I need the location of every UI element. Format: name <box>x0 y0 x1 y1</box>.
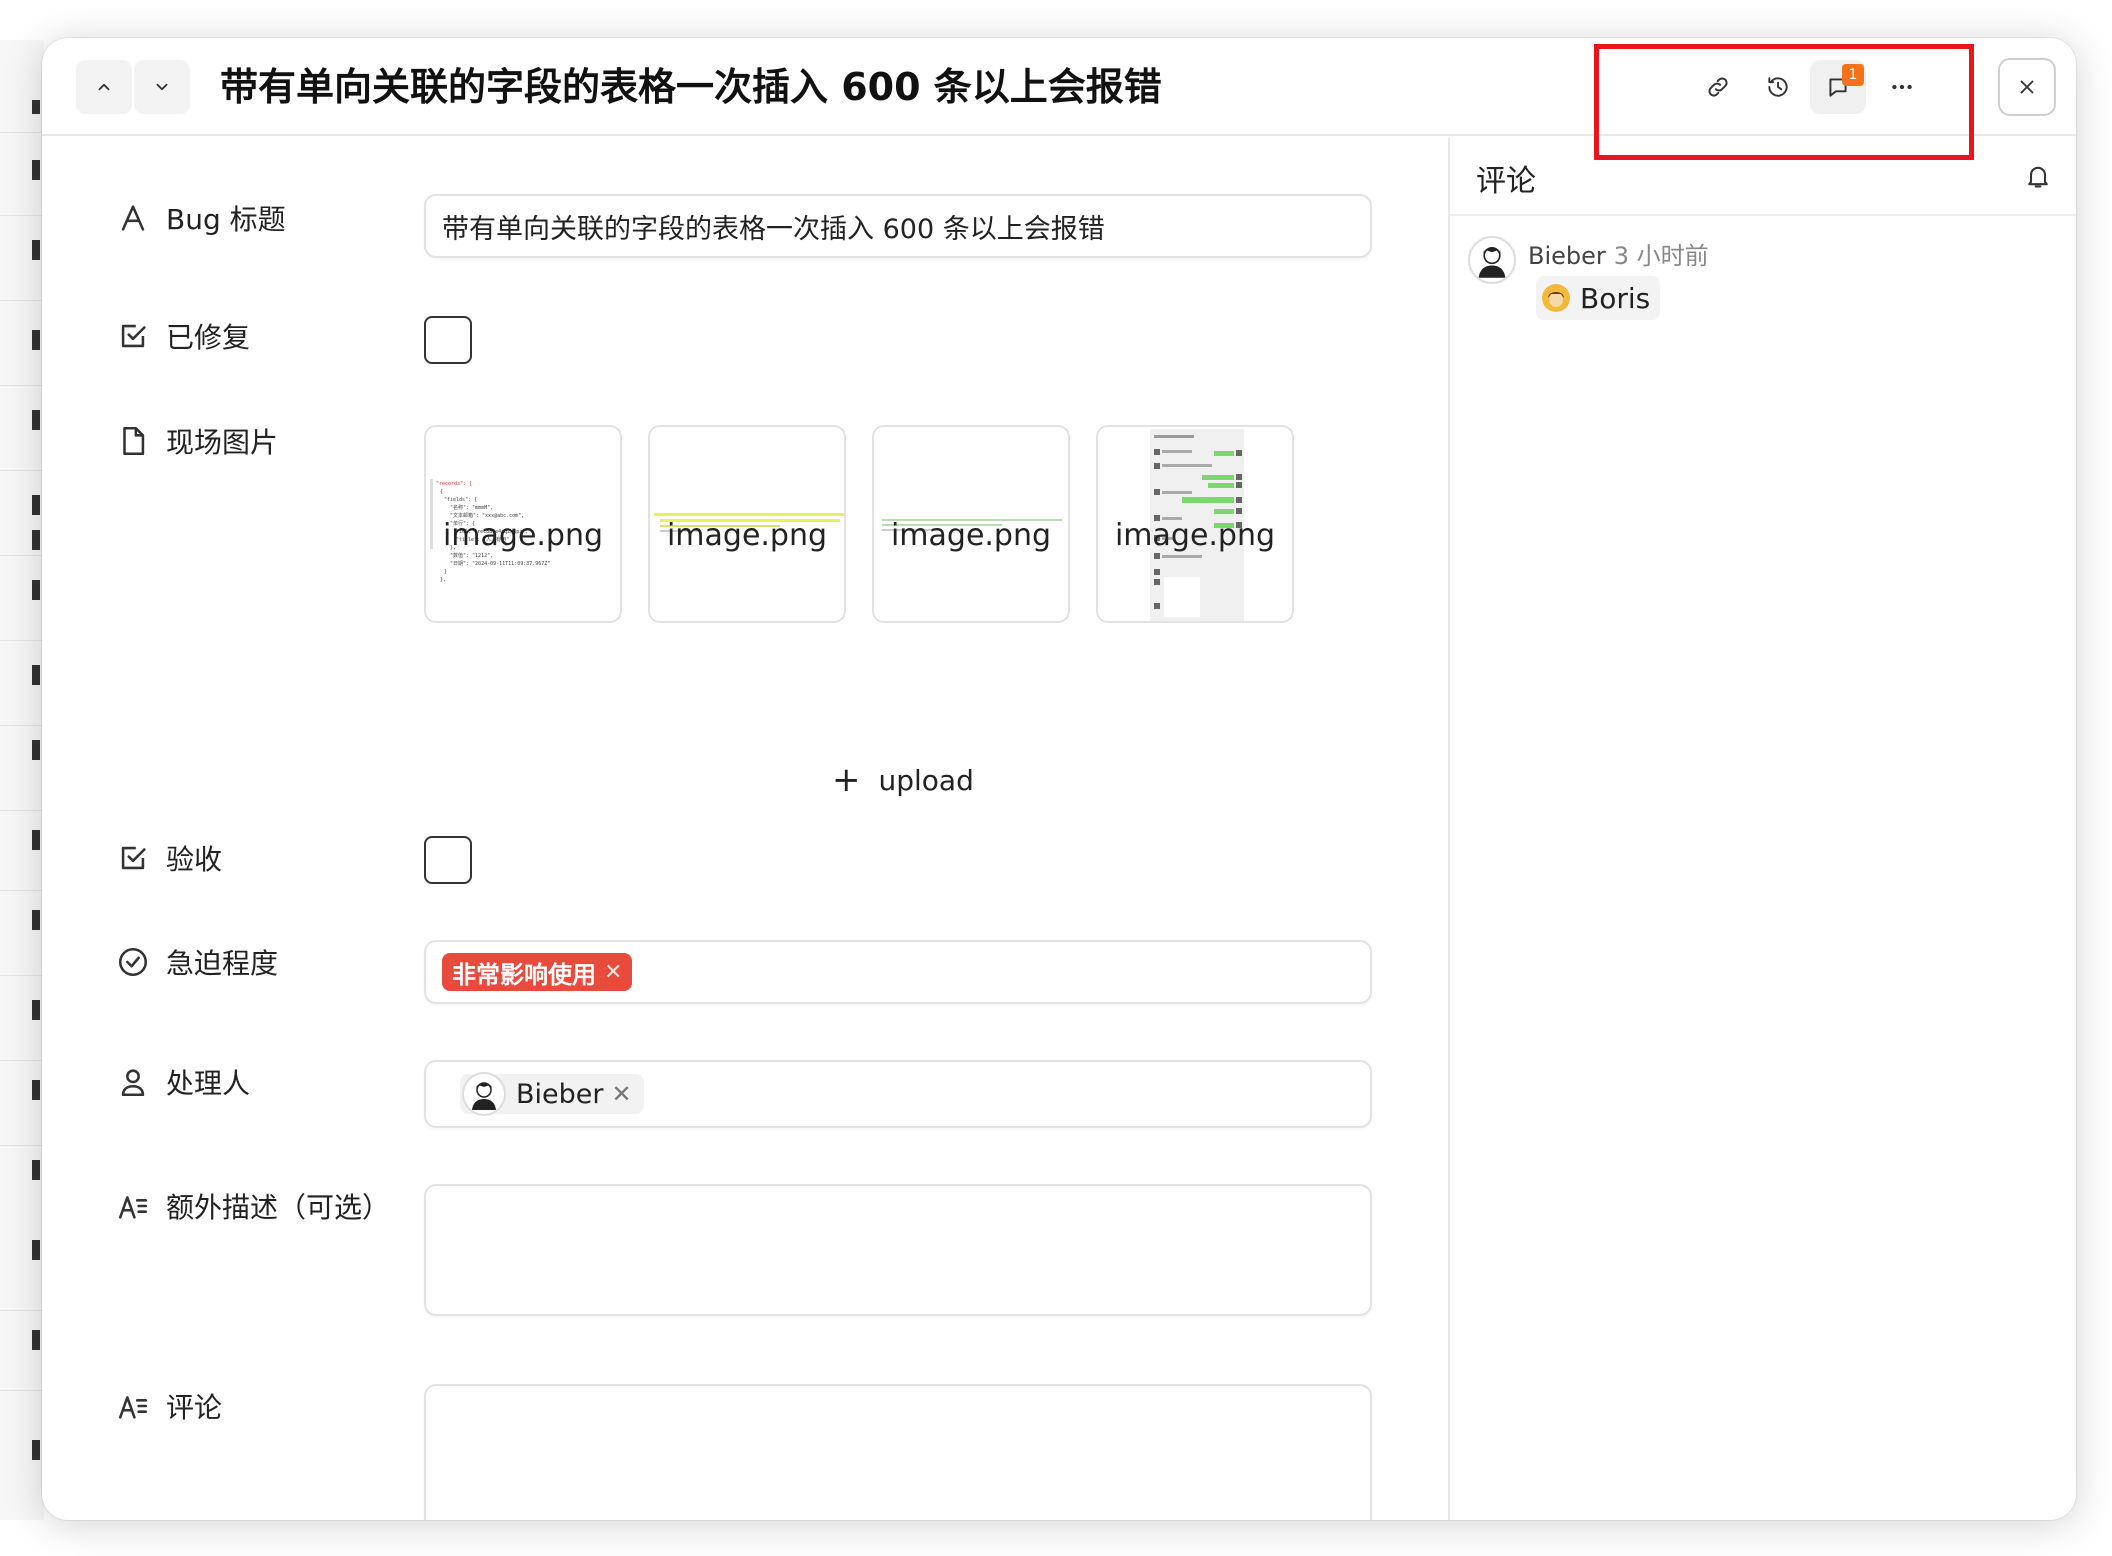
plus-icon: + <box>832 760 861 800</box>
background-row-divider <box>0 975 44 976</box>
checkbox-field-icon <box>121 846 146 870</box>
comment-timestamp: 3 小时前 <box>1613 242 1709 270</box>
attachment-field-icon <box>123 426 145 456</box>
accept-checkbox[interactable] <box>424 836 472 884</box>
long-text-field-icon <box>118 1196 148 1219</box>
background-text-fragment <box>32 530 40 550</box>
chevron-down-icon <box>156 83 168 91</box>
background-text-fragment <box>32 1440 40 1460</box>
background-text-fragment <box>32 1000 40 1020</box>
image-filename: image.png <box>442 518 604 553</box>
background-page-edge <box>0 40 44 1520</box>
image-filename: image.png <box>890 518 1052 553</box>
avatar-illustration <box>1548 292 1564 307</box>
remove-user-icon[interactable]: ✕ <box>612 1080 632 1108</box>
background-row-divider <box>0 385 44 386</box>
field-label-comment: 评论 <box>116 1386 222 1426</box>
background-row-divider <box>0 215 44 216</box>
text-field-icon <box>121 205 145 231</box>
background-row-divider <box>0 1390 44 1391</box>
background-text-fragment <box>32 580 40 600</box>
urgency-select[interactable]: 非常影响使用 ✕ <box>424 940 1372 1004</box>
background-text-fragment <box>32 240 40 260</box>
urgency-tag: 非常影响使用 ✕ <box>442 953 633 991</box>
user-field-icon <box>121 1069 145 1097</box>
background-text-fragment <box>32 495 40 515</box>
avatar-illustration <box>1478 246 1506 278</box>
background-text-fragment <box>32 1240 40 1260</box>
record-title: 带有单向关联的字段的表格一次插入 600 条以上会报错 <box>220 65 1162 109</box>
comments-title: 评论 <box>1476 164 1536 199</box>
svg-text:{: { <box>440 489 443 495</box>
field-label-accept: 验收 <box>116 838 222 878</box>
avatar <box>1468 236 1516 284</box>
field-label-assignee: 处理人 <box>116 1062 250 1102</box>
chevron-up-icon <box>98 83 110 91</box>
comment-author-name: Bieber <box>1528 242 1606 270</box>
avatar-illustration <box>472 1082 496 1110</box>
background-text-fragment <box>32 100 40 114</box>
background-text-fragment <box>32 740 40 760</box>
svg-text:"records": [: "records": [ <box>436 481 472 487</box>
background-row-divider <box>0 1060 44 1061</box>
assignee-select[interactable]: Bieber ✕ <box>424 1060 1372 1128</box>
long-text-field-icon <box>118 1396 148 1419</box>
field-label-urgency: 急迫程度 <box>116 942 278 982</box>
fixed-checkbox[interactable] <box>424 316 472 364</box>
svg-text:}: } <box>444 569 447 575</box>
background-text-fragment <box>32 1160 40 1180</box>
background-text-fragment <box>32 665 40 685</box>
background-text-fragment <box>32 830 40 850</box>
mention-avatar <box>1542 284 1570 312</box>
remove-tag-icon[interactable]: ✕ <box>604 960 622 985</box>
comments-panel: 评论 Bieber 3 小时前 Boris <box>1450 138 2076 1520</box>
field-label-images: 现场图片 <box>116 421 278 461</box>
extra-description-textarea[interactable] <box>424 1184 1372 1316</box>
assignee-chip: Bieber ✕ <box>460 1072 644 1116</box>
image-filename: image.png <box>666 518 828 553</box>
background-text-fragment <box>32 1080 40 1100</box>
record-detail-modal: 带有单向关联的字段的表格一次插入 600 条以上会报错 1 Bug 标题 带有单… <box>42 38 2076 1520</box>
annotation-highlight-box <box>1594 44 1974 160</box>
background-row-divider <box>0 725 44 726</box>
background-text-fragment <box>32 330 40 350</box>
bell-icon[interactable] <box>2024 162 2052 190</box>
background-row-divider <box>0 640 44 641</box>
image-filename: image.png <box>1114 518 1276 553</box>
background-text-fragment <box>32 910 40 930</box>
single-select-field-icon <box>118 947 148 977</box>
field-label-bug-title: Bug 标题 <box>116 198 286 238</box>
svg-text:"fields": {: "fields": { <box>444 497 477 503</box>
svg-text:"名称": "mmmM",: "名称": "mmmM", <box>450 504 493 511</box>
background-text-fragment <box>32 160 40 180</box>
comment-textarea[interactable] <box>424 1384 1372 1520</box>
svg-text:},: }, <box>440 577 446 583</box>
record-form: Bug 标题 带有单向关联的字段的表格一次插入 600 条以上会报错 已修复 现… <box>42 138 1448 1520</box>
background-row-divider <box>0 810 44 811</box>
checkbox-field-icon <box>121 324 146 348</box>
background-row-divider <box>0 470 44 471</box>
background-text-fragment <box>32 1330 40 1350</box>
background-row-divider <box>0 890 44 891</box>
field-label-fixed: 已修复 <box>116 316 250 356</box>
close-button[interactable] <box>1998 58 2056 116</box>
background-row-divider <box>0 1310 44 1311</box>
background-row-divider <box>0 132 44 133</box>
field-label-extra-description: 额外描述（可选） <box>116 1186 390 1226</box>
background-text-fragment <box>32 410 40 430</box>
next-record-button[interactable] <box>134 60 190 114</box>
close-icon <box>2020 80 2034 94</box>
mention-chip[interactable]: Boris <box>1536 276 1661 320</box>
svg-text:"数值": "1212",: "数值": "1212", <box>450 552 493 559</box>
previous-record-button[interactable] <box>76 60 132 114</box>
background-row-divider <box>0 300 44 301</box>
svg-text:"日期": "2024-09-11T11:09:37.967: "日期": "2024-09-11T11:09:37.967Z" <box>450 561 550 567</box>
bug-title-input[interactable]: 带有单向关联的字段的表格一次插入 600 条以上会报错 <box>424 194 1372 258</box>
background-row-divider <box>0 555 44 556</box>
upload-button[interactable]: + upload <box>832 763 974 797</box>
comment-meta: Bieber 3 小时前 <box>1528 236 1709 271</box>
background-row-divider <box>0 1145 44 1146</box>
avatar <box>462 1072 506 1116</box>
